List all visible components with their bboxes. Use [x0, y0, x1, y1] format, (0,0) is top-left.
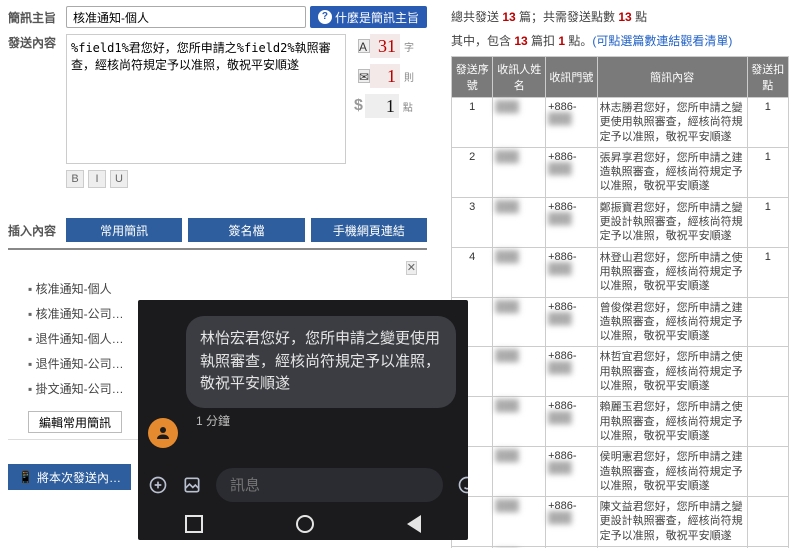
- plus-icon[interactable]: [148, 474, 168, 496]
- phone-icon: 📱: [18, 470, 33, 484]
- cell-msg: 賴麗玉君您好，您所申請之使用執照審查，經核尚符規定予以准照，敬祝平安順遂: [597, 397, 747, 447]
- mobile-link-button[interactable]: 手機網頁連結: [311, 218, 427, 242]
- cell-msg: 曾俊傑君您好，您所申請之建造執照審查，經核尚符規定予以准照，敬祝平安順遂: [597, 297, 747, 347]
- cell-pts: 1: [747, 247, 788, 297]
- cell-msg: 鄭振寶君您好，您所申請之變更設計執照審查，經核尚符規定予以准照，敬祝平安順遂: [597, 197, 747, 247]
- list-item[interactable]: 核准通知-個人: [28, 276, 427, 301]
- char-count: 31: [370, 34, 400, 58]
- bold-icon[interactable]: B: [66, 170, 84, 188]
- cell-pts: 1: [747, 197, 788, 247]
- underline-icon[interactable]: U: [110, 170, 128, 188]
- edit-common-button[interactable]: 編輯常用簡訊: [28, 411, 122, 433]
- cell-name: ███: [493, 397, 546, 447]
- th-pts: 發送扣點: [747, 57, 788, 98]
- cell-phone: +886-███: [546, 247, 597, 297]
- table-row: ███+886-███賴麗玉君您好，您所申請之使用執照審查，經核尚符規定予以准照…: [452, 397, 789, 447]
- format-toolbar: B I U: [66, 170, 427, 188]
- back-icon[interactable]: [407, 515, 421, 533]
- th-name: 收訊人姓名: [493, 57, 546, 98]
- th-phone: 收訊門號: [546, 57, 597, 98]
- title-label: 簡訊主旨: [8, 9, 66, 26]
- sms-bubble: 林怡宏君您好，您所申請之變更使用執照審查，經核尚符規定予以准照，敬祝平安順遂: [186, 316, 456, 408]
- cell-pts: [747, 347, 788, 397]
- cell-name: ███: [493, 297, 546, 347]
- cell-name: ███: [493, 247, 546, 297]
- cell-pts: 1: [747, 147, 788, 197]
- cell-seq: 4: [452, 247, 493, 297]
- home-icon[interactable]: [296, 515, 314, 533]
- cell-msg: 張昇享君您好，您所申請之建造執照審查，經核尚符規定予以准照，敬祝平安順遂: [597, 147, 747, 197]
- insert-label: 插入內容: [8, 222, 66, 239]
- table-row: 3███+886-███鄭振寶君您好，您所申請之變更設計執照審查，經核尚符規定予…: [452, 197, 789, 247]
- title-input[interactable]: [66, 6, 306, 28]
- cell-seq: 1: [452, 98, 493, 148]
- counters: A31字 ✉1則 $1點: [354, 34, 414, 164]
- cell-name: ███: [493, 447, 546, 497]
- cell-phone: +886-███: [546, 397, 597, 447]
- common-sms-button[interactable]: 常用簡訊: [66, 218, 182, 242]
- phone-message-input[interactable]: [216, 468, 443, 502]
- pt-count: 1: [365, 94, 399, 118]
- dollar-icon: $: [354, 97, 363, 115]
- detail-link[interactable]: (可點選篇數連結觀看清單): [592, 34, 732, 48]
- cell-name: ███: [493, 197, 546, 247]
- cell-phone: +886-███: [546, 497, 597, 547]
- cell-pts: [747, 297, 788, 347]
- cell-seq: 3: [452, 197, 493, 247]
- preview-panel: 總共發送 13 篇；共需發送點數 13 點 其中，包含 13 篇扣 1 點。(可…: [445, 0, 795, 548]
- recipient-table: 發送序號 收訊人姓名 收訊門號 簡訊內容 發送扣點 1███+886-███林志…: [451, 56, 789, 548]
- recent-icon[interactable]: [185, 515, 203, 533]
- table-row: ███+886-███曾俊傑君您好，您所申請之建造執照審查，經核尚符規定予以准照…: [452, 297, 789, 347]
- table-row: 1███+886-███林志勝君您好，您所申請之變更使用執照審查，經核尚符規定予…: [452, 98, 789, 148]
- count-link[interactable]: 13: [514, 34, 527, 48]
- phone-preview: 林怡宏君您好，您所申請之變更使用執照審查，經核尚符規定予以准照，敬祝平安順遂 1…: [138, 300, 468, 540]
- summary-line-2: 其中，包含 13 篇扣 1 點。(可點選篇數連結觀看清單): [451, 32, 789, 50]
- cell-msg: 林登山君您好，您所申請之使用執照審查，經核尚符規定予以准照，敬祝平安順遂: [597, 247, 747, 297]
- question-icon: ?: [318, 10, 332, 24]
- table-row: ███+886-███陳文益君您好，您所申請之變更設計執照審查，經核尚符規定予以…: [452, 497, 789, 547]
- cell-name: ███: [493, 98, 546, 148]
- emoji-icon[interactable]: [457, 474, 468, 496]
- italic-icon[interactable]: I: [88, 170, 106, 188]
- phone-navbar: [138, 508, 468, 540]
- cell-pts: 1: [747, 98, 788, 148]
- th-seq: 發送序號: [452, 57, 493, 98]
- cell-phone: +886-███: [546, 147, 597, 197]
- content-label: 發送內容: [8, 34, 66, 51]
- cell-phone: +886-███: [546, 447, 597, 497]
- cell-msg: 林志勝君您好，您所申請之變更使用執照審查，經核尚符規定予以准照，敬祝平安順遂: [597, 98, 747, 148]
- table-row: 4███+886-███林登山君您好，您所申請之使用執照審查，經核尚符規定予以准…: [452, 247, 789, 297]
- cell-name: ███: [493, 147, 546, 197]
- msg-icon: ✉: [358, 69, 370, 83]
- gallery-icon[interactable]: [182, 474, 202, 496]
- msg-count: 1: [370, 64, 400, 88]
- cell-phone: +886-███: [546, 98, 597, 148]
- close-icon[interactable]: ✕: [406, 261, 417, 275]
- cell-seq: 2: [452, 147, 493, 197]
- table-row: 2███+886-███張昇享君您好，您所申請之建造執照審查，經核尚符規定予以准…: [452, 147, 789, 197]
- char-icon: A: [358, 39, 370, 53]
- avatar-icon: [148, 418, 178, 448]
- cell-pts: [747, 497, 788, 547]
- cell-name: ███: [493, 347, 546, 397]
- cell-phone: +886-███: [546, 297, 597, 347]
- message-textarea[interactable]: [66, 34, 346, 164]
- signature-button[interactable]: 簽名檔: [188, 218, 304, 242]
- cell-pts: [747, 447, 788, 497]
- table-row: ███+886-███侯明憲君您好，您所申請之建造執照審查，經核尚符規定予以准照…: [452, 447, 789, 497]
- send-button[interactable]: 📱 將本次發送內…: [8, 464, 131, 490]
- table-row: ███+886-███林哲宜君您好，您所申請之使用執照審查，經核尚符規定予以准照…: [452, 347, 789, 397]
- cell-pts: [747, 397, 788, 447]
- cell-phone: +886-███: [546, 347, 597, 397]
- cell-msg: 陳文益君您好，您所申請之變更設計執照審查，經核尚符規定予以准照，敬祝平安順遂: [597, 497, 747, 547]
- help-button[interactable]: ? 什麼是簡訊主旨: [310, 6, 427, 28]
- cell-phone: +886-███: [546, 197, 597, 247]
- cell-msg: 林哲宜君您好，您所申請之使用執照審查，經核尚符規定予以准照，敬祝平安順遂: [597, 347, 747, 397]
- summary-line-1: 總共發送 13 篇；共需發送點數 13 點: [451, 8, 789, 26]
- sms-time: 1 分鐘: [196, 412, 468, 429]
- cell-msg: 侯明憲君您好，您所申請之建造執照審查，經核尚符規定予以准照，敬祝平安順遂: [597, 447, 747, 497]
- th-msg: 簡訊內容: [597, 57, 747, 98]
- cell-name: ███: [493, 497, 546, 547]
